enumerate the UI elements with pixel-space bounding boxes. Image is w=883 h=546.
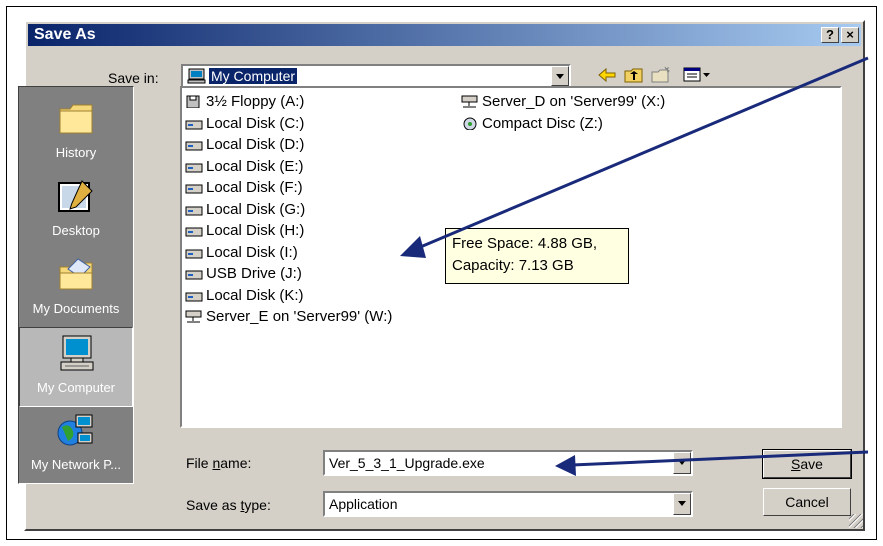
arrow-head-tooltip	[400, 236, 426, 258]
arrow-to-filename	[571, 450, 869, 467]
annotation-arrows	[400, 56, 869, 476]
arrow-head-filename	[555, 455, 576, 476]
arrow-to-tooltip	[417, 56, 869, 250]
